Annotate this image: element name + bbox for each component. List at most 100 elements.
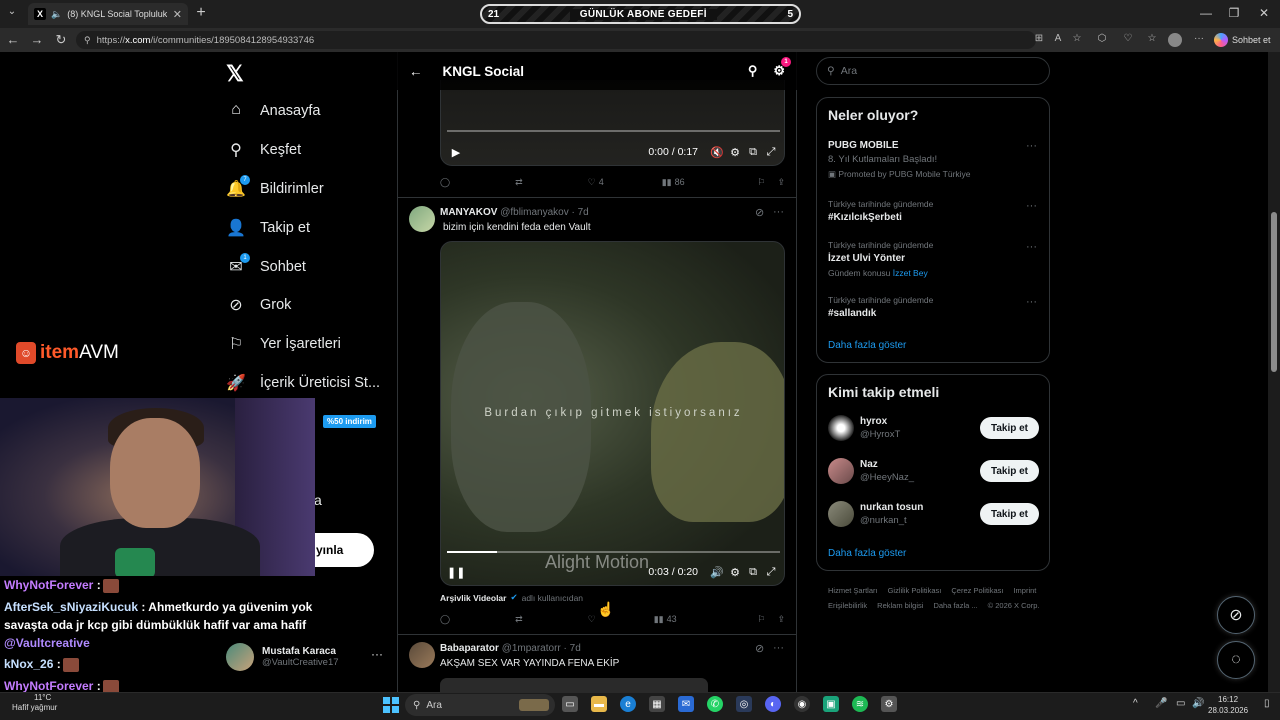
avatar[interactable] bbox=[409, 642, 435, 668]
follow-suggestion[interactable]: Naz @HeeyNaz_ Takip et bbox=[828, 457, 1040, 485]
video-progress[interactable] bbox=[447, 130, 780, 132]
sidebar-item-5[interactable]: ✉ 1 Sohbet bbox=[226, 253, 306, 280]
file-explorer-icon[interactable]: ▬ bbox=[591, 696, 607, 712]
tab-actions-icon[interactable]: ⌄ bbox=[4, 6, 20, 22]
more-icon[interactable]: ··· bbox=[773, 206, 784, 218]
profile-avatar[interactable] bbox=[1168, 33, 1182, 47]
grok-icon[interactable]: ⊘ bbox=[755, 642, 764, 655]
repost-icon[interactable]: ⇄ bbox=[515, 177, 523, 188]
reply-icon[interactable]: ◯ bbox=[440, 614, 450, 625]
url-field[interactable]: ⚲ https://x.com/i/communities/1895084128… bbox=[76, 31, 1036, 49]
close-window-button[interactable]: ✕ bbox=[1254, 6, 1274, 20]
more-icon[interactable]: ··· bbox=[773, 642, 784, 654]
mail-icon[interactable]: ✉ bbox=[678, 696, 694, 712]
grok-fab-icon[interactable]: ⊘ bbox=[1217, 596, 1255, 634]
chrome-icon[interactable]: ◉ bbox=[794, 696, 810, 712]
sidebar-item-4[interactable]: 👤 Takip et bbox=[226, 215, 310, 241]
steam-icon[interactable]: ◎ bbox=[736, 696, 752, 712]
grok-icon[interactable]: ⊘ bbox=[755, 206, 764, 219]
task-view-icon[interactable]: ▭ bbox=[562, 696, 578, 712]
bookmark-icon[interactable]: ⚐ bbox=[757, 614, 765, 625]
trend-item[interactable]: Türkiye tarihinde gündemde #sallandık bbox=[828, 295, 1040, 319]
more-icon[interactable]: ··· bbox=[1026, 241, 1037, 253]
footer-link[interactable]: Daha fazla ... bbox=[933, 601, 977, 610]
footer-link[interactable]: Çerez Politikası bbox=[951, 586, 1003, 595]
share-icon[interactable]: ⇪ bbox=[777, 614, 785, 625]
pip-icon[interactable]: ⧉ bbox=[744, 566, 762, 579]
follow-button[interactable]: Takip et bbox=[980, 503, 1039, 525]
fullscreen-icon[interactable]: ⤢ bbox=[762, 566, 780, 579]
like-button[interactable]: ♡ 4 bbox=[588, 177, 604, 188]
scrollbar-thumb[interactable] bbox=[1271, 212, 1277, 372]
sidebar-item-3[interactable]: 🔔 7 Bildirimler bbox=[226, 175, 324, 202]
author-name[interactable]: MANYAKOV bbox=[440, 207, 497, 218]
site-info-icon[interactable]: ⚲ bbox=[84, 35, 91, 46]
more-icon[interactable]: ··· bbox=[371, 647, 383, 661]
sidebar-item-1[interactable]: ⌂ Anasayfa bbox=[226, 98, 320, 124]
trend-item[interactable]: PUBG MOBILE 8. Yıl Kutlamaları Başladı! … bbox=[828, 140, 1040, 180]
more-menu-icon[interactable]: ··· bbox=[1192, 33, 1206, 47]
network-icon[interactable]: ▭ bbox=[1176, 698, 1185, 709]
new-tab-button[interactable]: + bbox=[193, 5, 209, 21]
follow-suggestion[interactable]: hyrox @HyroxT Takip et bbox=[828, 414, 1040, 442]
mute-icon[interactable]: 🔇 bbox=[708, 146, 726, 159]
minimize-button[interactable]: — bbox=[1196, 6, 1216, 20]
notification-icon[interactable]: ▯ bbox=[1264, 698, 1270, 709]
more-icon[interactable]: ··· bbox=[1026, 200, 1037, 212]
show-more-link[interactable]: Daha fazla göster bbox=[828, 340, 906, 351]
sidebar-item-7[interactable]: ⚐ Yer İşaretleri bbox=[226, 331, 341, 357]
app-icon[interactable]: ⊞ bbox=[1032, 33, 1046, 47]
sidebar-more-partial[interactable]: a bbox=[314, 492, 322, 508]
page-scrollbar[interactable] bbox=[1268, 52, 1280, 692]
forward-button[interactable]: → bbox=[29, 32, 45, 47]
author-name[interactable]: Babaparator bbox=[440, 643, 499, 654]
system-clock[interactable]: 16:12 28.03.2026 bbox=[1208, 694, 1248, 716]
x-logo-icon[interactable]: 𝕏 bbox=[226, 61, 244, 87]
pause-icon[interactable]: ❚❚ bbox=[447, 566, 465, 579]
messages-fab-icon[interactable]: ◌ bbox=[1217, 641, 1255, 679]
copilot-chat-button[interactable]: Sohbet et bbox=[1214, 31, 1274, 49]
reply-icon[interactable]: ◯ bbox=[440, 177, 450, 188]
author-handle[interactable]: @1mparatorr bbox=[502, 643, 561, 654]
browser-tab[interactable]: X 🔈 (8) KNGL Social Topluluk / X ✕ bbox=[28, 3, 188, 25]
edge-icon[interactable]: e bbox=[620, 696, 636, 712]
post-button[interactable]: yınla bbox=[314, 533, 374, 567]
back-arrow-icon[interactable]: ← bbox=[409, 64, 423, 79]
repost-icon[interactable]: ⇄ bbox=[515, 614, 523, 625]
read-aloud-icon[interactable]: A bbox=[1051, 33, 1065, 47]
maximize-button[interactable]: ❐ bbox=[1224, 6, 1244, 20]
settings-icon[interactable]: ⚙ 1 bbox=[773, 57, 791, 79]
footer-link[interactable]: Erişilebilirlik bbox=[828, 601, 867, 610]
back-button[interactable]: ← bbox=[5, 32, 21, 47]
trend-link[interactable]: İzzet Bey bbox=[893, 268, 928, 278]
tray-chevron-icon[interactable]: ^ bbox=[1133, 698, 1138, 709]
views-count[interactable]: ▮▮ 86 bbox=[662, 177, 685, 188]
account-switcher[interactable]: Mustafa Karaca @VaultCreative17 ··· bbox=[226, 641, 386, 673]
follow-suggestion[interactable]: nurkan tosun @nurkan_t Takip et bbox=[828, 500, 1040, 528]
search-icon[interactable]: ⚲ bbox=[748, 63, 758, 79]
speaker-icon[interactable]: 🔈 bbox=[51, 9, 62, 20]
share-icon[interactable]: ⇪ bbox=[777, 177, 785, 188]
show-more-link[interactable]: Daha fazla göster bbox=[828, 548, 906, 559]
more-icon[interactable]: ··· bbox=[1026, 140, 1037, 152]
settings-icon[interactable]: ⚙ bbox=[881, 696, 897, 712]
more-icon[interactable]: ··· bbox=[1026, 296, 1037, 308]
follow-button[interactable]: Takip et bbox=[980, 417, 1039, 439]
sidebar-item-8[interactable]: 🚀 İçerik Üreticisi St... bbox=[226, 370, 380, 396]
footer-link[interactable]: Hizmet Şartları bbox=[828, 586, 878, 595]
refresh-button[interactable]: ↻ bbox=[53, 32, 69, 48]
video-progress[interactable] bbox=[447, 551, 780, 553]
source-name[interactable]: Arşivlik Videolar bbox=[440, 593, 506, 603]
play-icon[interactable]: ▶ bbox=[447, 146, 465, 159]
sidebar-item-2[interactable]: ⚲ Keşfet bbox=[226, 137, 301, 163]
favorite-star-icon[interactable]: ☆ bbox=[1070, 33, 1084, 47]
settings-icon[interactable]: ⚙ bbox=[726, 566, 744, 579]
spotify-icon[interactable]: ≋ bbox=[852, 696, 868, 712]
volume-icon[interactable]: 🔊 bbox=[1192, 698, 1204, 709]
follow-button[interactable]: Takip et bbox=[980, 460, 1039, 482]
trend-item[interactable]: Türkiye tarihinde gündemde İzzet Ulvi Yö… bbox=[828, 240, 1040, 278]
pip-icon[interactable]: ⧉ bbox=[744, 146, 762, 159]
video-player[interactable]: ▶ 0:00 / 0:17 🔇 ⚙ ⧉ ⤢ bbox=[440, 80, 785, 166]
browser-essentials-icon[interactable]: ♡ bbox=[1121, 33, 1135, 47]
author-handle[interactable]: @fblimanyakov bbox=[500, 207, 569, 218]
